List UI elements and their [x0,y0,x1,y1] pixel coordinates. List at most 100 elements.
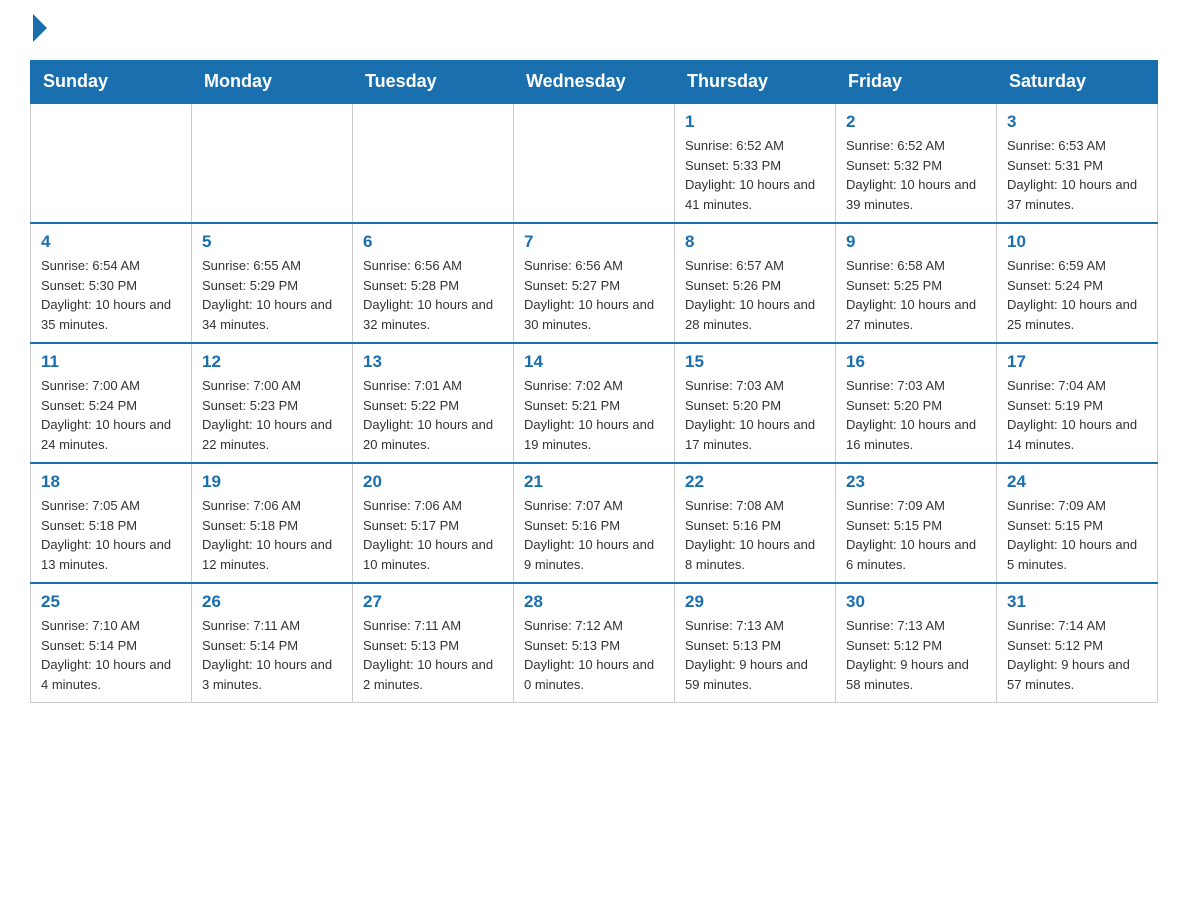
day-info: Sunrise: 6:55 AM Sunset: 5:29 PM Dayligh… [202,256,342,334]
day-number: 13 [363,352,503,372]
day-number: 23 [846,472,986,492]
day-number: 26 [202,592,342,612]
weekday-header-friday: Friday [836,61,997,104]
day-number: 6 [363,232,503,252]
day-info: Sunrise: 7:10 AM Sunset: 5:14 PM Dayligh… [41,616,181,694]
day-info: Sunrise: 7:12 AM Sunset: 5:13 PM Dayligh… [524,616,664,694]
calendar-week-row: 25 Sunrise: 7:10 AM Sunset: 5:14 PM Dayli… [31,583,1158,703]
day-number: 25 [41,592,181,612]
calendar-table: SundayMondayTuesdayWednesdayThursdayFrid… [30,60,1158,703]
calendar-cell: 20 Sunrise: 7:06 AM Sunset: 5:17 PM Dayli… [353,463,514,583]
day-info: Sunrise: 7:14 AM Sunset: 5:12 PM Dayligh… [1007,616,1147,694]
day-info: Sunrise: 7:13 AM Sunset: 5:12 PM Dayligh… [846,616,986,694]
calendar-cell: 28 Sunrise: 7:12 AM Sunset: 5:13 PM Dayli… [514,583,675,703]
day-info: Sunrise: 6:56 AM Sunset: 5:27 PM Dayligh… [524,256,664,334]
calendar-cell: 31 Sunrise: 7:14 AM Sunset: 5:12 PM Dayli… [997,583,1158,703]
weekday-header-thursday: Thursday [675,61,836,104]
day-number: 31 [1007,592,1147,612]
day-number: 11 [41,352,181,372]
calendar-cell: 19 Sunrise: 7:06 AM Sunset: 5:18 PM Dayli… [192,463,353,583]
calendar-cell: 15Sunrise: 7:03 AM Sunset: 5:20 PM Dayli… [675,343,836,463]
calendar-cell: 22 Sunrise: 7:08 AM Sunset: 5:16 PM Dayli… [675,463,836,583]
day-number: 10 [1007,232,1147,252]
calendar-cell: 11 Sunrise: 7:00 AM Sunset: 5:24 PM Dayli… [31,343,192,463]
logo [30,20,47,42]
day-number: 15 [685,352,825,372]
day-info: Sunrise: 7:11 AM Sunset: 5:14 PM Dayligh… [202,616,342,694]
day-info: Sunrise: 7:00 AM Sunset: 5:24 PM Dayligh… [41,376,181,454]
calendar-cell: 9Sunrise: 6:58 AM Sunset: 5:25 PM Daylig… [836,223,997,343]
day-number: 29 [685,592,825,612]
day-number: 20 [363,472,503,492]
weekday-header-monday: Monday [192,61,353,104]
calendar-cell: 4Sunrise: 6:54 AM Sunset: 5:30 PM Daylig… [31,223,192,343]
day-info: Sunrise: 7:06 AM Sunset: 5:17 PM Dayligh… [363,496,503,574]
day-number: 16 [846,352,986,372]
calendar-cell: 21 Sunrise: 7:07 AM Sunset: 5:16 PM Dayli… [514,463,675,583]
calendar-week-row: 11 Sunrise: 7:00 AM Sunset: 5:24 PM Dayli… [31,343,1158,463]
day-info: Sunrise: 7:13 AM Sunset: 5:13 PM Dayligh… [685,616,825,694]
day-number: 24 [1007,472,1147,492]
calendar-cell: 18Sunrise: 7:05 AM Sunset: 5:18 PM Dayli… [31,463,192,583]
calendar-cell: 30 Sunrise: 7:13 AM Sunset: 5:12 PM Dayli… [836,583,997,703]
calendar-cell: 10 Sunrise: 6:59 AM Sunset: 5:24 PM Dayli… [997,223,1158,343]
day-number: 4 [41,232,181,252]
calendar-cell: 12Sunrise: 7:00 AM Sunset: 5:23 PM Dayli… [192,343,353,463]
weekday-header-wednesday: Wednesday [514,61,675,104]
calendar-cell: 24 Sunrise: 7:09 AM Sunset: 5:15 PM Dayli… [997,463,1158,583]
day-info: Sunrise: 6:52 AM Sunset: 5:32 PM Dayligh… [846,136,986,214]
calendar-week-row: 18Sunrise: 7:05 AM Sunset: 5:18 PM Dayli… [31,463,1158,583]
calendar-cell: 7Sunrise: 6:56 AM Sunset: 5:27 PM Daylig… [514,223,675,343]
day-number: 18 [41,472,181,492]
day-number: 21 [524,472,664,492]
day-number: 17 [1007,352,1147,372]
day-number: 2 [846,112,986,132]
calendar-header: SundayMondayTuesdayWednesdayThursdayFrid… [31,61,1158,104]
day-info: Sunrise: 6:57 AM Sunset: 5:26 PM Dayligh… [685,256,825,334]
calendar-body: 1 Sunrise: 6:52 AM Sunset: 5:33 PM Daylig… [31,103,1158,703]
day-info: Sunrise: 7:01 AM Sunset: 5:22 PM Dayligh… [363,376,503,454]
day-number: 8 [685,232,825,252]
weekday-header-tuesday: Tuesday [353,61,514,104]
day-info: Sunrise: 7:09 AM Sunset: 5:15 PM Dayligh… [846,496,986,574]
day-number: 28 [524,592,664,612]
day-info: Sunrise: 6:56 AM Sunset: 5:28 PM Dayligh… [363,256,503,334]
day-info: Sunrise: 6:59 AM Sunset: 5:24 PM Dayligh… [1007,256,1147,334]
day-number: 1 [685,112,825,132]
day-number: 3 [1007,112,1147,132]
calendar-cell: 2 Sunrise: 6:52 AM Sunset: 5:32 PM Daylig… [836,103,997,223]
calendar-cell: 1 Sunrise: 6:52 AM Sunset: 5:33 PM Daylig… [675,103,836,223]
calendar-cell: 3 Sunrise: 6:53 AM Sunset: 5:31 PM Daylig… [997,103,1158,223]
day-info: Sunrise: 7:04 AM Sunset: 5:19 PM Dayligh… [1007,376,1147,454]
calendar-cell: 6 Sunrise: 6:56 AM Sunset: 5:28 PM Daylig… [353,223,514,343]
logo-arrow-icon [33,14,47,42]
calendar-week-row: 4Sunrise: 6:54 AM Sunset: 5:30 PM Daylig… [31,223,1158,343]
day-info: Sunrise: 7:11 AM Sunset: 5:13 PM Dayligh… [363,616,503,694]
calendar-cell [514,103,675,223]
day-info: Sunrise: 7:08 AM Sunset: 5:16 PM Dayligh… [685,496,825,574]
day-number: 22 [685,472,825,492]
calendar-cell [31,103,192,223]
day-number: 19 [202,472,342,492]
day-info: Sunrise: 6:58 AM Sunset: 5:25 PM Dayligh… [846,256,986,334]
day-info: Sunrise: 7:07 AM Sunset: 5:16 PM Dayligh… [524,496,664,574]
day-number: 12 [202,352,342,372]
day-number: 30 [846,592,986,612]
calendar-week-row: 1 Sunrise: 6:52 AM Sunset: 5:33 PM Daylig… [31,103,1158,223]
day-info: Sunrise: 7:09 AM Sunset: 5:15 PM Dayligh… [1007,496,1147,574]
weekday-header-row: SundayMondayTuesdayWednesdayThursdayFrid… [31,61,1158,104]
calendar-cell: 17 Sunrise: 7:04 AM Sunset: 5:19 PM Dayli… [997,343,1158,463]
weekday-header-sunday: Sunday [31,61,192,104]
calendar-cell [192,103,353,223]
day-number: 14 [524,352,664,372]
calendar-cell: 8 Sunrise: 6:57 AM Sunset: 5:26 PM Daylig… [675,223,836,343]
calendar-cell: 27Sunrise: 7:11 AM Sunset: 5:13 PM Dayli… [353,583,514,703]
day-info: Sunrise: 7:02 AM Sunset: 5:21 PM Dayligh… [524,376,664,454]
day-info: Sunrise: 6:53 AM Sunset: 5:31 PM Dayligh… [1007,136,1147,214]
calendar-cell [353,103,514,223]
calendar-cell: 14 Sunrise: 7:02 AM Sunset: 5:21 PM Dayli… [514,343,675,463]
calendar-cell: 26 Sunrise: 7:11 AM Sunset: 5:14 PM Dayli… [192,583,353,703]
day-info: Sunrise: 7:06 AM Sunset: 5:18 PM Dayligh… [202,496,342,574]
day-info: Sunrise: 6:52 AM Sunset: 5:33 PM Dayligh… [685,136,825,214]
header [30,20,1158,42]
